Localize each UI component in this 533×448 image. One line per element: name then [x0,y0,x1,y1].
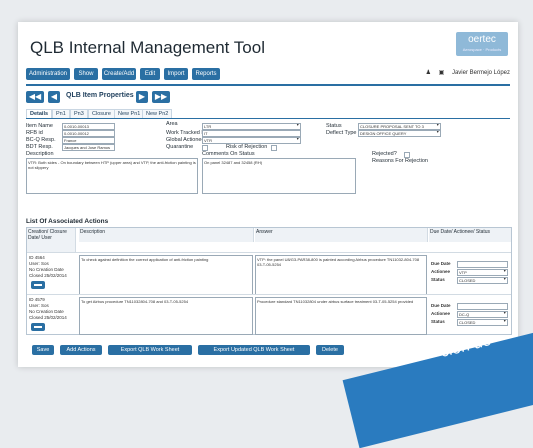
logout-icon[interactable]: ▣ [439,70,445,76]
risk-label: Risk of Rejection [226,144,268,150]
actionee-label: Actionee [431,311,451,316]
due-date-label: Due Date [431,303,451,308]
item-navigation: ◀◀ ◀ QLB Item Properties ▶ ▶▶ [18,88,518,108]
app-header: QLB Internal Management Tool oertec Aero… [18,22,518,62]
actions-title: List Of Associated Actions [26,218,109,225]
action-answer[interactable]: Procedure standard TN11032804 under airb… [255,297,427,335]
action-description[interactable]: To get Airbus procedure TN11032804-708 a… [79,297,253,335]
header-description: Description [79,228,254,242]
row-closed: Closed 25/02/2014 [29,273,67,278]
bcq-resp-field[interactable]: France [62,137,115,144]
action-description[interactable]: To check against definition the correct … [79,255,253,295]
menu-administration[interactable]: Administration [26,68,70,80]
logo-subtext: Aerospace · Products [462,47,502,52]
tab-new-pn2[interactable]: New Pn2 [142,109,173,118]
reasons-label: Reasons For Rejection [372,158,428,164]
tab-pn1[interactable]: Pn1 [52,109,70,118]
item-details-form: Item Name 0-0010-00013 RFB id 0-0010-000… [26,119,510,199]
remove-action-button[interactable] [31,323,45,331]
tab-details[interactable]: Details [26,109,53,118]
item-name-label: Item Name [26,123,53,129]
bdt-resp-field[interactable]: Jacques and Jose Ramos [62,144,115,151]
rfb-id-label: RFB id [26,130,43,136]
tracked-by-field[interactable]: IT [202,130,301,137]
deflect-select[interactable]: DESIGN OFFICE QUERY [358,130,441,137]
action-status-select[interactable]: CLOSED [457,319,508,326]
item-name-field[interactable]: 0-0010-00013 [62,123,115,130]
section-title: QLB Item Properties [66,92,134,99]
remove-action-button[interactable] [31,281,45,289]
menu-create-add[interactable]: Create/Add [102,68,136,80]
global-actionee-label: Global Actionee [166,137,205,143]
action-status-select[interactable]: CLOSED [457,277,508,284]
action-status-label: Status [431,277,445,282]
menu-import[interactable]: Import [164,68,188,80]
bdt-resp-label: BDT Resp. [26,144,53,150]
actionee-select[interactable]: VTP [457,269,508,276]
description-textarea[interactable]: VTR: Both sides - On boundary between HT… [26,158,198,194]
risk-checkbox[interactable] [271,145,277,151]
app-window: QLB Internal Management Tool oertec Aero… [18,22,518,367]
user-area: ♟ ▣ Javier Bermejo López [420,69,510,76]
menu-reports[interactable]: Reports [192,68,220,80]
user-name: Javier Bermejo López [451,70,510,76]
comments-textarea[interactable]: On panel 32487 and 32458 (RH) [202,158,356,194]
header-creation: Creation/ Closure Date/ User [27,228,76,252]
bcq-resp-label: BC-Q Resp. [26,137,56,143]
action-answer[interactable]: VTP: the panel U8/G3-PAR38-800 is painte… [255,255,427,295]
user-icon[interactable]: ♟ [426,70,431,76]
row-closed: Closed 25/02/2014 [29,315,67,320]
menu-show[interactable]: Show [74,68,98,80]
area-select[interactable]: LTR [202,123,301,130]
action-status-label: Status [431,319,445,324]
table-row: ID 4579 User: Sos No Creation Date Close… [27,294,511,335]
tab-new-pn1[interactable]: New Pn1 [114,109,145,118]
divider [26,84,510,86]
rejected-label: Rejected? [372,151,397,157]
due-date-label: Due Date [431,261,451,266]
quarantine-label: Quarantine [166,144,194,150]
last-item-button[interactable]: ▶▶ [152,91,170,103]
next-item-button[interactable]: ▶ [136,91,148,103]
header-due: Due Date/ Actionee/ Status [429,228,511,242]
header-answer: Answer [255,228,428,242]
due-date-field[interactable] [457,303,508,310]
due-date-field[interactable] [457,261,508,268]
app-title: QLB Internal Management Tool [30,38,265,57]
rfb-id-field[interactable]: 0-0010-00012 [62,130,115,137]
logo-text: oertec [468,34,496,45]
comments-label: Comments On Status [202,151,255,157]
status-select[interactable]: CLOSURE PROPOSAL SENT TO 3 [358,123,441,130]
menu-edit[interactable]: Edit [140,68,160,80]
actionee-select[interactable]: DC-Q [457,311,508,318]
export-updated-worksheet-button[interactable]: Export Updated QLB Work Sheet [198,345,310,355]
add-actions-button[interactable]: Add Actions [60,345,102,355]
first-item-button[interactable]: ◀◀ [26,91,44,103]
actionee-label: Actionee [431,269,451,274]
tab-bar: Details Pn1 Pn3 Closure New Pn1 New Pn2 [26,108,510,119]
table-row: ID 4564 User: Sos No Creation Date Close… [27,252,511,295]
tab-closure[interactable]: Closure [88,109,115,118]
status-label: Status [326,123,342,129]
save-button[interactable]: Save [32,345,54,355]
actions-table: Creation/ Closure Date/ User Description… [26,227,512,335]
main-menu: Administration Show Create/Add Edit Impo… [18,68,518,82]
global-actionee-select[interactable]: VTR [202,137,301,144]
deflect-label: Deflect Type [326,130,357,136]
previous-item-button[interactable]: ◀ [48,91,60,103]
tab-pn3[interactable]: Pn3 [70,109,88,118]
description-label: Description [26,151,54,157]
company-logo: oertec Aerospace · Products [456,32,508,56]
export-worksheet-button[interactable]: Export QLB Work Sheet [108,345,192,355]
area-label: Area [166,121,178,127]
delete-button[interactable]: Delete [316,345,344,355]
